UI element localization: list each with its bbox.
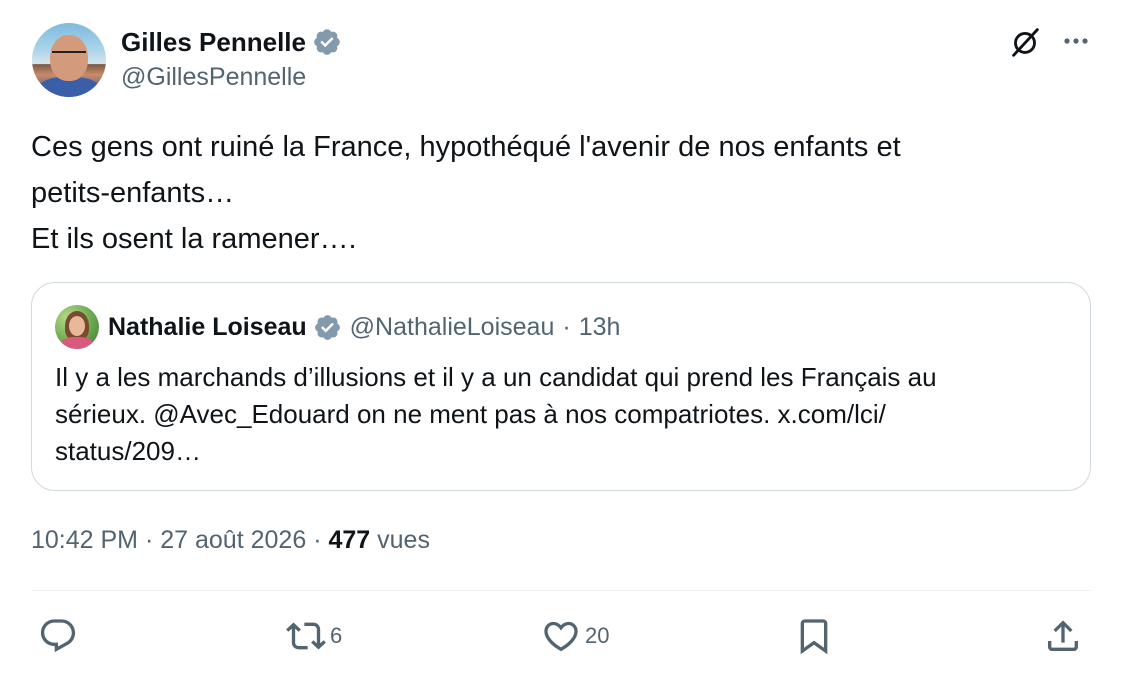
quoted-text-line: status/209… — [55, 436, 201, 466]
tweet-text-line: Et ils osent la ramener…. — [31, 223, 357, 255]
retweet-button[interactable]: 6 — [286, 612, 342, 660]
quoted-text-line: sérieux. @Avec_Edouard on ne ment pas à … — [55, 399, 886, 429]
separator-dot: · — [313, 526, 322, 554]
quoted-timestamp[interactable]: 13h — [579, 313, 621, 342]
tweet-text: Ces gens ont ruiné la France, hypothéqué… — [31, 124, 1081, 262]
author-name-row: Gilles Pennelle — [121, 25, 342, 59]
quoted-text: Il y a les marchands d’illusions et il y… — [55, 359, 1055, 470]
action-bar: 6 20 — [0, 612, 1123, 662]
tweet-time[interactable]: 10:42 PM — [31, 526, 138, 554]
share-icon — [1048, 620, 1078, 651]
author-display-name[interactable]: Gilles Pennelle — [121, 27, 306, 58]
share-button[interactable] — [1043, 612, 1083, 660]
tweet-text-line: Ces gens ont ruiné la France, hypothéqué… — [31, 131, 901, 163]
quoted-handle[interactable]: @NathalieLoiseau — [350, 313, 555, 342]
verified-badge-icon — [314, 29, 340, 55]
quoted-text-line: Il y a les marchands d’illusions et il y… — [55, 362, 937, 392]
author-handle[interactable]: @GillesPennelle — [121, 63, 306, 92]
reply-button[interactable] — [38, 612, 82, 660]
divider — [31, 590, 1091, 591]
quoted-display-name[interactable]: Nathalie Loiseau — [108, 313, 307, 342]
separator-dot: · — [144, 526, 154, 554]
views-label: vues — [377, 526, 430, 554]
tweet-card: Gilles Pennelle @GillesPennelle Ces gens… — [0, 0, 1123, 682]
quoted-tweet[interactable]: Nathalie Loiseau @NathalieLoiseau · 13h … — [31, 282, 1091, 491]
reply-icon — [40, 619, 76, 653]
grok-icon[interactable] — [1006, 23, 1044, 61]
like-count: 20 — [585, 623, 610, 648]
tweet-date[interactable]: 27 août 2026 — [160, 526, 306, 554]
more-options-icon[interactable] — [1058, 23, 1094, 59]
bookmark-button[interactable] — [794, 612, 834, 660]
quoted-author-avatar[interactable] — [55, 305, 99, 349]
verified-badge-icon — [314, 314, 340, 340]
like-button[interactable]: 20 — [541, 612, 609, 660]
views-count: 477 — [328, 526, 371, 554]
author-avatar[interactable] — [32, 23, 106, 97]
tweet-meta: 10:42 PM · 27 août 2026 · 477 vues — [31, 526, 430, 555]
quoted-header: Nathalie Loiseau @NathalieLoiseau · 13h — [108, 309, 620, 345]
retweet-icon — [286, 622, 326, 650]
tweet-text-line: petits-enfants… — [31, 177, 235, 209]
separator-dot: · — [562, 312, 571, 341]
retweet-count: 6 — [330, 623, 343, 648]
bookmark-icon — [800, 619, 828, 655]
heart-icon — [544, 621, 578, 652]
